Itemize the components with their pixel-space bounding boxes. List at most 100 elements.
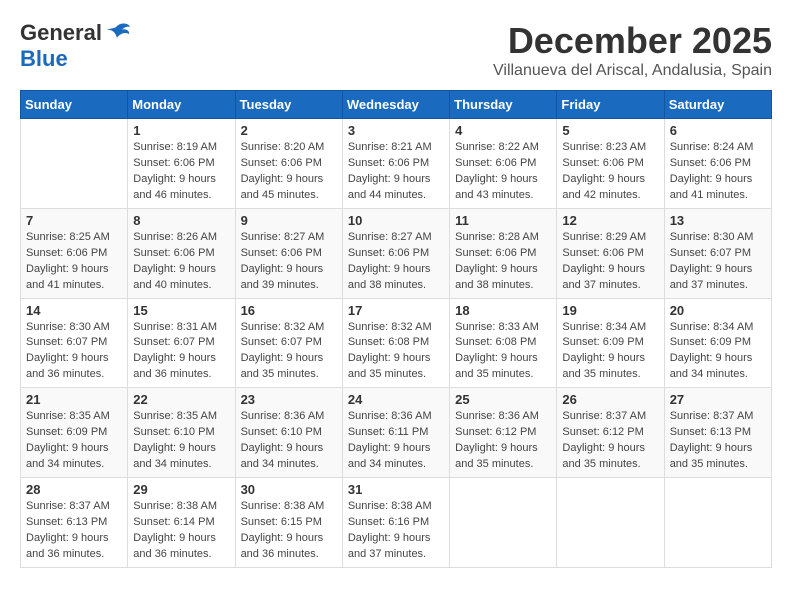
calendar-cell: 8 Sunrise: 8:26 AM Sunset: 6:06 PM Daylig…	[128, 208, 235, 298]
day-info: Sunrise: 8:32 AM Sunset: 6:07 PM Dayligh…	[241, 320, 337, 384]
calendar-cell: 19 Sunrise: 8:34 AM Sunset: 6:09 PM Dayli…	[557, 298, 664, 388]
day-info: Sunrise: 8:34 AM Sunset: 6:09 PM Dayligh…	[562, 320, 658, 384]
logo-bird-icon	[102, 22, 132, 44]
day-number: 4	[455, 123, 551, 138]
day-number: 15	[133, 303, 229, 318]
weekday-header-saturday: Saturday	[664, 91, 771, 119]
calendar-cell: 1 Sunrise: 8:19 AM Sunset: 6:06 PM Daylig…	[128, 119, 235, 209]
calendar-table: SundayMondayTuesdayWednesdayThursdayFrid…	[20, 90, 772, 568]
day-info: Sunrise: 8:37 AM Sunset: 6:13 PM Dayligh…	[26, 499, 122, 563]
day-info: Sunrise: 8:26 AM Sunset: 6:06 PM Dayligh…	[133, 230, 229, 294]
logo-blue-text: Blue	[20, 46, 68, 72]
day-info: Sunrise: 8:23 AM Sunset: 6:06 PM Dayligh…	[562, 140, 658, 204]
day-number: 6	[670, 123, 766, 138]
calendar-cell: 17Sunrise: 8:32 AM Sunset: 6:08 PM Dayli…	[342, 298, 449, 388]
day-info: Sunrise: 8:38 AM Sunset: 6:15 PM Dayligh…	[241, 499, 337, 563]
week-row-5: 28Sunrise: 8:37 AM Sunset: 6:13 PM Dayli…	[21, 478, 772, 568]
calendar-cell: 10Sunrise: 8:27 AM Sunset: 6:06 PM Dayli…	[342, 208, 449, 298]
day-number: 8	[133, 213, 229, 228]
day-number: 24	[348, 392, 444, 407]
calendar-cell: 9 Sunrise: 8:27 AM Sunset: 6:06 PM Daylig…	[235, 208, 342, 298]
day-number: 2	[241, 123, 337, 138]
calendar-cell: 13Sunrise: 8:30 AM Sunset: 6:07 PM Dayli…	[664, 208, 771, 298]
day-number: 18	[455, 303, 551, 318]
day-number: 20	[670, 303, 766, 318]
calendar-cell	[664, 478, 771, 568]
calendar-cell: 6 Sunrise: 8:24 AM Sunset: 6:06 PM Daylig…	[664, 119, 771, 209]
weekday-header-row: SundayMondayTuesdayWednesdayThursdayFrid…	[21, 91, 772, 119]
day-number: 13	[670, 213, 766, 228]
day-number: 3	[348, 123, 444, 138]
day-info: Sunrise: 8:24 AM Sunset: 6:06 PM Dayligh…	[670, 140, 766, 204]
calendar-cell: 22 Sunrise: 8:35 AM Sunset: 6:10 PM Dayli…	[128, 388, 235, 478]
day-number: 16	[241, 303, 337, 318]
calendar-cell: 18 Sunrise: 8:33 AM Sunset: 6:08 PM Dayli…	[450, 298, 557, 388]
day-number: 19	[562, 303, 658, 318]
day-number: 22	[133, 392, 229, 407]
calendar-cell: 12Sunrise: 8:29 AM Sunset: 6:06 PM Dayli…	[557, 208, 664, 298]
weekday-header-tuesday: Tuesday	[235, 91, 342, 119]
calendar-cell: 31Sunrise: 8:38 AM Sunset: 6:16 PM Dayli…	[342, 478, 449, 568]
calendar-cell: 26Sunrise: 8:37 AM Sunset: 6:12 PM Dayli…	[557, 388, 664, 478]
calendar-cell: 16 Sunrise: 8:32 AM Sunset: 6:07 PM Dayli…	[235, 298, 342, 388]
day-info: Sunrise: 8:21 AM Sunset: 6:06 PM Dayligh…	[348, 140, 444, 204]
calendar-cell: 21 Sunrise: 8:35 AM Sunset: 6:09 PM Dayli…	[21, 388, 128, 478]
calendar-cell	[557, 478, 664, 568]
weekday-header-monday: Monday	[128, 91, 235, 119]
location-title: Villanueva del Ariscal, Andalusia, Spain	[493, 62, 772, 80]
day-info: Sunrise: 8:31 AM Sunset: 6:07 PM Dayligh…	[133, 320, 229, 384]
calendar-cell: 29Sunrise: 8:38 AM Sunset: 6:14 PM Dayli…	[128, 478, 235, 568]
month-title: December 2025	[493, 20, 772, 62]
week-row-3: 14Sunrise: 8:30 AM Sunset: 6:07 PM Dayli…	[21, 298, 772, 388]
calendar-cell: 14Sunrise: 8:30 AM Sunset: 6:07 PM Dayli…	[21, 298, 128, 388]
day-number: 5	[562, 123, 658, 138]
weekday-header-friday: Friday	[557, 91, 664, 119]
day-info: Sunrise: 8:19 AM Sunset: 6:06 PM Dayligh…	[133, 140, 229, 204]
day-info: Sunrise: 8:34 AM Sunset: 6:09 PM Dayligh…	[670, 320, 766, 384]
day-info: Sunrise: 8:28 AM Sunset: 6:06 PM Dayligh…	[455, 230, 551, 294]
calendar-cell: 2 Sunrise: 8:20 AM Sunset: 6:06 PM Daylig…	[235, 119, 342, 209]
calendar-cell: 28Sunrise: 8:37 AM Sunset: 6:13 PM Dayli…	[21, 478, 128, 568]
day-number: 21	[26, 392, 122, 407]
calendar-cell: 7Sunrise: 8:25 AM Sunset: 6:06 PM Daylig…	[21, 208, 128, 298]
day-number: 7	[26, 213, 122, 228]
day-number: 25	[455, 392, 551, 407]
weekday-header-thursday: Thursday	[450, 91, 557, 119]
day-info: Sunrise: 8:32 AM Sunset: 6:08 PM Dayligh…	[348, 320, 444, 384]
day-number: 11	[455, 213, 551, 228]
day-number: 1	[133, 123, 229, 138]
calendar-cell: 20 Sunrise: 8:34 AM Sunset: 6:09 PM Dayli…	[664, 298, 771, 388]
calendar-cell	[450, 478, 557, 568]
week-row-2: 7Sunrise: 8:25 AM Sunset: 6:06 PM Daylig…	[21, 208, 772, 298]
calendar-cell	[21, 119, 128, 209]
day-info: Sunrise: 8:27 AM Sunset: 6:06 PM Dayligh…	[348, 230, 444, 294]
calendar-cell: 11 Sunrise: 8:28 AM Sunset: 6:06 PM Dayli…	[450, 208, 557, 298]
day-info: Sunrise: 8:35 AM Sunset: 6:09 PM Dayligh…	[26, 409, 122, 473]
day-info: Sunrise: 8:20 AM Sunset: 6:06 PM Dayligh…	[241, 140, 337, 204]
day-info: Sunrise: 8:33 AM Sunset: 6:08 PM Dayligh…	[455, 320, 551, 384]
calendar-cell: 30Sunrise: 8:38 AM Sunset: 6:15 PM Dayli…	[235, 478, 342, 568]
day-info: Sunrise: 8:35 AM Sunset: 6:10 PM Dayligh…	[133, 409, 229, 473]
logo: General Blue	[20, 20, 132, 72]
day-info: Sunrise: 8:29 AM Sunset: 6:06 PM Dayligh…	[562, 230, 658, 294]
day-number: 9	[241, 213, 337, 228]
title-section: December 2025 Villanueva del Ariscal, An…	[493, 20, 772, 80]
week-row-1: 1 Sunrise: 8:19 AM Sunset: 6:06 PM Daylig…	[21, 119, 772, 209]
calendar-cell: 25 Sunrise: 8:36 AM Sunset: 6:12 PM Dayli…	[450, 388, 557, 478]
calendar-cell: 27Sunrise: 8:37 AM Sunset: 6:13 PM Dayli…	[664, 388, 771, 478]
day-info: Sunrise: 8:36 AM Sunset: 6:12 PM Dayligh…	[455, 409, 551, 473]
day-number: 26	[562, 392, 658, 407]
calendar-cell: 24 Sunrise: 8:36 AM Sunset: 6:11 PM Dayli…	[342, 388, 449, 478]
day-info: Sunrise: 8:36 AM Sunset: 6:11 PM Dayligh…	[348, 409, 444, 473]
calendar-cell: 23Sunrise: 8:36 AM Sunset: 6:10 PM Dayli…	[235, 388, 342, 478]
day-info: Sunrise: 8:27 AM Sunset: 6:06 PM Dayligh…	[241, 230, 337, 294]
day-number: 31	[348, 482, 444, 497]
week-row-4: 21 Sunrise: 8:35 AM Sunset: 6:09 PM Dayli…	[21, 388, 772, 478]
day-number: 23	[241, 392, 337, 407]
calendar-cell: 5 Sunrise: 8:23 AM Sunset: 6:06 PM Daylig…	[557, 119, 664, 209]
calendar-cell: 15 Sunrise: 8:31 AM Sunset: 6:07 PM Dayli…	[128, 298, 235, 388]
weekday-header-sunday: Sunday	[21, 91, 128, 119]
day-number: 14	[26, 303, 122, 318]
logo-general-text: General	[20, 20, 102, 46]
day-info: Sunrise: 8:37 AM Sunset: 6:13 PM Dayligh…	[670, 409, 766, 473]
